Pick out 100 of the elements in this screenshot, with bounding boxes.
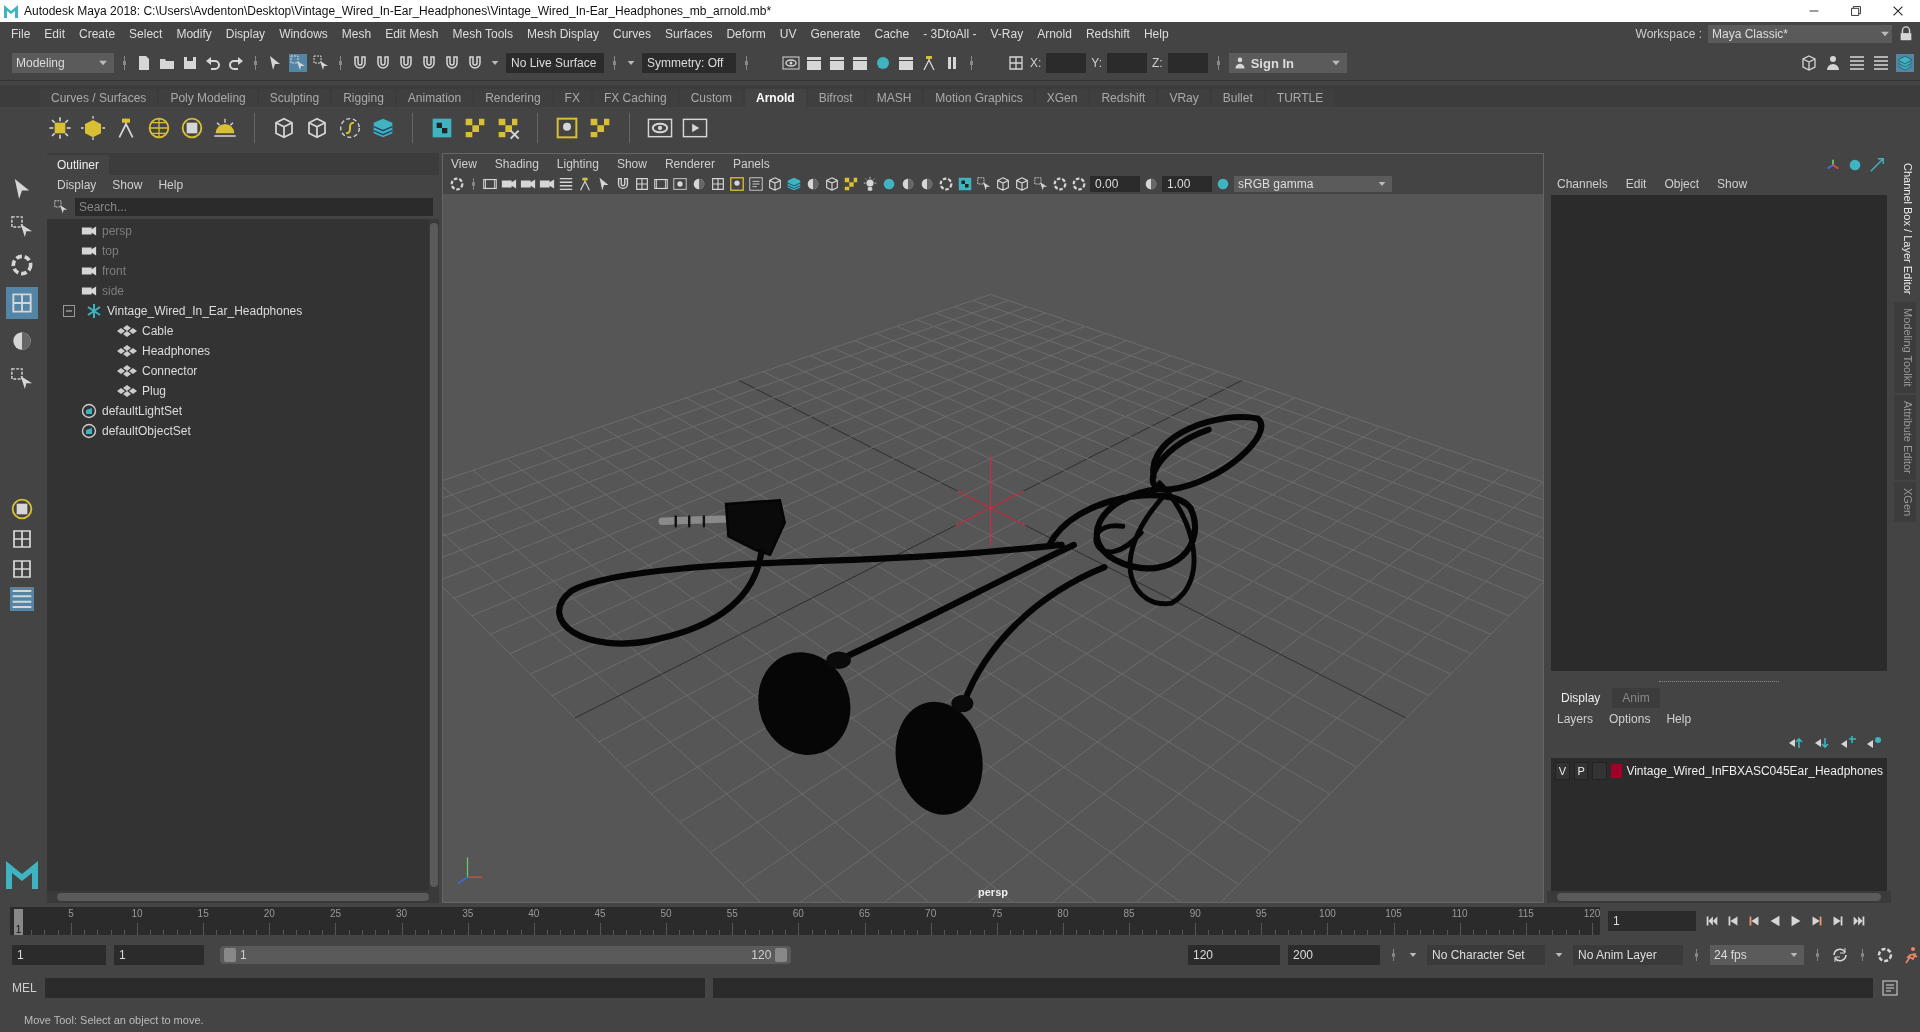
attribute-editor-icon[interactable]: [1848, 54, 1866, 72]
viewport-tool-icon[interactable]: [995, 176, 1011, 192]
select-icon[interactable]: [312, 54, 330, 72]
cube-icon[interactable]: [371, 116, 395, 140]
menu-item[interactable]: Edit Mesh: [378, 27, 446, 41]
viewport-tool-icon[interactable]: [919, 176, 935, 192]
shelf-tab[interactable]: Arnold: [744, 89, 806, 107]
playback-start-field[interactable]: 1: [114, 945, 204, 965]
menu-item[interactable]: Edit: [37, 27, 73, 41]
snap-curve-icon[interactable]: [374, 54, 392, 72]
checker-icon[interactable]: [463, 116, 487, 140]
loop-icon[interactable]: [1831, 946, 1849, 964]
menu-item[interactable]: Mesh Tools: [445, 27, 520, 41]
menu-item[interactable]: File: [4, 27, 38, 41]
viewport-tool-icon[interactable]: [976, 176, 992, 192]
menu-item[interactable]: Generate: [803, 27, 868, 41]
viewport-tool-icon[interactable]: [824, 176, 840, 192]
render-settings-icon[interactable]: [851, 54, 869, 72]
viewport-menu-item[interactable]: View: [451, 157, 477, 171]
menu-item[interactable]: Select: [122, 27, 170, 41]
channel-box-menu-item[interactable]: Channels: [1557, 177, 1608, 191]
side-tab[interactable]: XGen: [1894, 481, 1916, 523]
mode-dropdown[interactable]: Modeling: [12, 53, 114, 73]
swirl-icon[interactable]: [338, 116, 362, 140]
cube-icon[interactable]: [305, 116, 329, 140]
outliner-tab[interactable]: Outliner: [47, 155, 110, 175]
animation-preferences-icon[interactable]: [1902, 946, 1920, 964]
scale-icon[interactable]: [1869, 157, 1885, 173]
menu-item[interactable]: Redshift: [1078, 27, 1137, 41]
restore-icon[interactable]: [1848, 3, 1864, 19]
outliner-layout-icon[interactable]: [10, 587, 34, 611]
snap-icon[interactable]: [466, 54, 484, 72]
color-space-dropdown[interactable]: sRGB gamma: [1234, 176, 1392, 192]
save-icon[interactable]: [181, 54, 199, 72]
viewport-tool-icon[interactable]: [881, 176, 897, 192]
outliner-item[interactable]: Vintage_Wired_In_Ear_Headphones: [107, 304, 303, 318]
menu-item[interactable]: V-Ray: [983, 27, 1031, 41]
workspace-dropdown[interactable]: Maya Classic*: [1708, 25, 1892, 43]
outliner-menu-item[interactable]: Help: [158, 178, 184, 192]
menu-item[interactable]: Help: [1136, 27, 1176, 41]
current-frame-marker[interactable]: 1: [14, 909, 23, 935]
ipr-render-icon[interactable]: [828, 54, 846, 72]
live-surface-field[interactable]: No Live Surface: [506, 53, 604, 73]
collapse-icon[interactable]: [63, 305, 75, 317]
viewport-tool-icon[interactable]: [710, 176, 726, 192]
outliner-item[interactable]: Headphones: [142, 344, 211, 358]
viewport-tool-icon[interactable]: [615, 176, 631, 192]
outliner-item[interactable]: defaultLightSet: [102, 404, 183, 418]
playback-end-field[interactable]: 120: [1188, 945, 1280, 965]
light-icon[interactable]: [81, 116, 105, 140]
viewport-tool-icon[interactable]: [767, 176, 783, 192]
viewport-menu-item[interactable]: Lighting: [556, 157, 599, 171]
outliner-item[interactable]: defaultObjectSet: [102, 424, 191, 438]
menu-item[interactable]: Curves: [606, 27, 659, 41]
script-editor-icon[interactable]: [1880, 979, 1899, 997]
channel-box-menu-item[interactable]: Edit: [1625, 177, 1647, 191]
channel-box-menu-item[interactable]: Object: [1664, 177, 1700, 191]
playback-toggle[interactable]: P: [1573, 762, 1589, 780]
menu-item[interactable]: UV: [772, 27, 804, 41]
snap-point-icon[interactable]: [397, 54, 415, 72]
viewport-menu-item[interactable]: Renderer: [664, 157, 715, 171]
globe-icon[interactable]: [180, 116, 204, 140]
channel-box-menu-item[interactable]: Show: [1717, 177, 1748, 191]
render-icon[interactable]: [805, 54, 823, 72]
viewport-tool-icon[interactable]: [653, 176, 669, 192]
side-tab[interactable]: Modeling Toolkit: [1894, 302, 1916, 394]
menu-item[interactable]: Display: [218, 27, 273, 41]
search-field[interactable]: Search...: [75, 198, 433, 216]
vertical-scrollbar[interactable]: [429, 219, 439, 891]
viewport-tool-icon[interactable]: [558, 176, 574, 192]
command-input[interactable]: [44, 978, 705, 998]
viewport-tool-icon[interactable]: [938, 176, 954, 192]
viewport-tool-icon[interactable]: [691, 176, 707, 192]
horizontal-scrollbar[interactable]: [1547, 891, 1891, 903]
two-view-icon[interactable]: [10, 557, 34, 581]
checker-icon[interactable]: [588, 116, 612, 140]
sign-in-dropdown[interactable]: Sign In: [1228, 53, 1347, 73]
viewport-tool-icon[interactable]: [729, 176, 745, 192]
layer-menu-item[interactable]: Layers: [1557, 712, 1594, 726]
y-field[interactable]: [1107, 53, 1148, 73]
layer-menu-item[interactable]: Options: [1609, 712, 1651, 726]
four-view-icon[interactable]: [10, 527, 34, 551]
viewport-tool-icon[interactable]: [1014, 176, 1030, 192]
start-frame-field[interactable]: 1: [12, 945, 106, 965]
outliner-menu-item[interactable]: Display: [57, 178, 97, 192]
globe-icon[interactable]: [147, 116, 171, 140]
snap-grid-icon[interactable]: [351, 54, 369, 72]
viewport-tool-icon[interactable]: [805, 176, 821, 192]
viewport-menu-item[interactable]: Show: [616, 157, 647, 171]
tool-settings-icon[interactable]: [1872, 54, 1890, 72]
menu-item[interactable]: - 3DtoAll -: [916, 27, 984, 41]
viewport-scene[interactable]: persp: [443, 194, 1543, 902]
gamma-field[interactable]: 1.00: [1162, 176, 1212, 192]
checker-icon[interactable]: [496, 116, 520, 140]
layer-menu-item[interactable]: Help: [1666, 712, 1692, 726]
light-icon[interactable]: [48, 116, 72, 140]
outliner-menu-item[interactable]: Show: [112, 178, 143, 192]
menu-item[interactable]: Cache: [867, 27, 917, 41]
render-view-icon[interactable]: [782, 54, 800, 72]
viewport-tool-icon[interactable]: [862, 176, 878, 192]
